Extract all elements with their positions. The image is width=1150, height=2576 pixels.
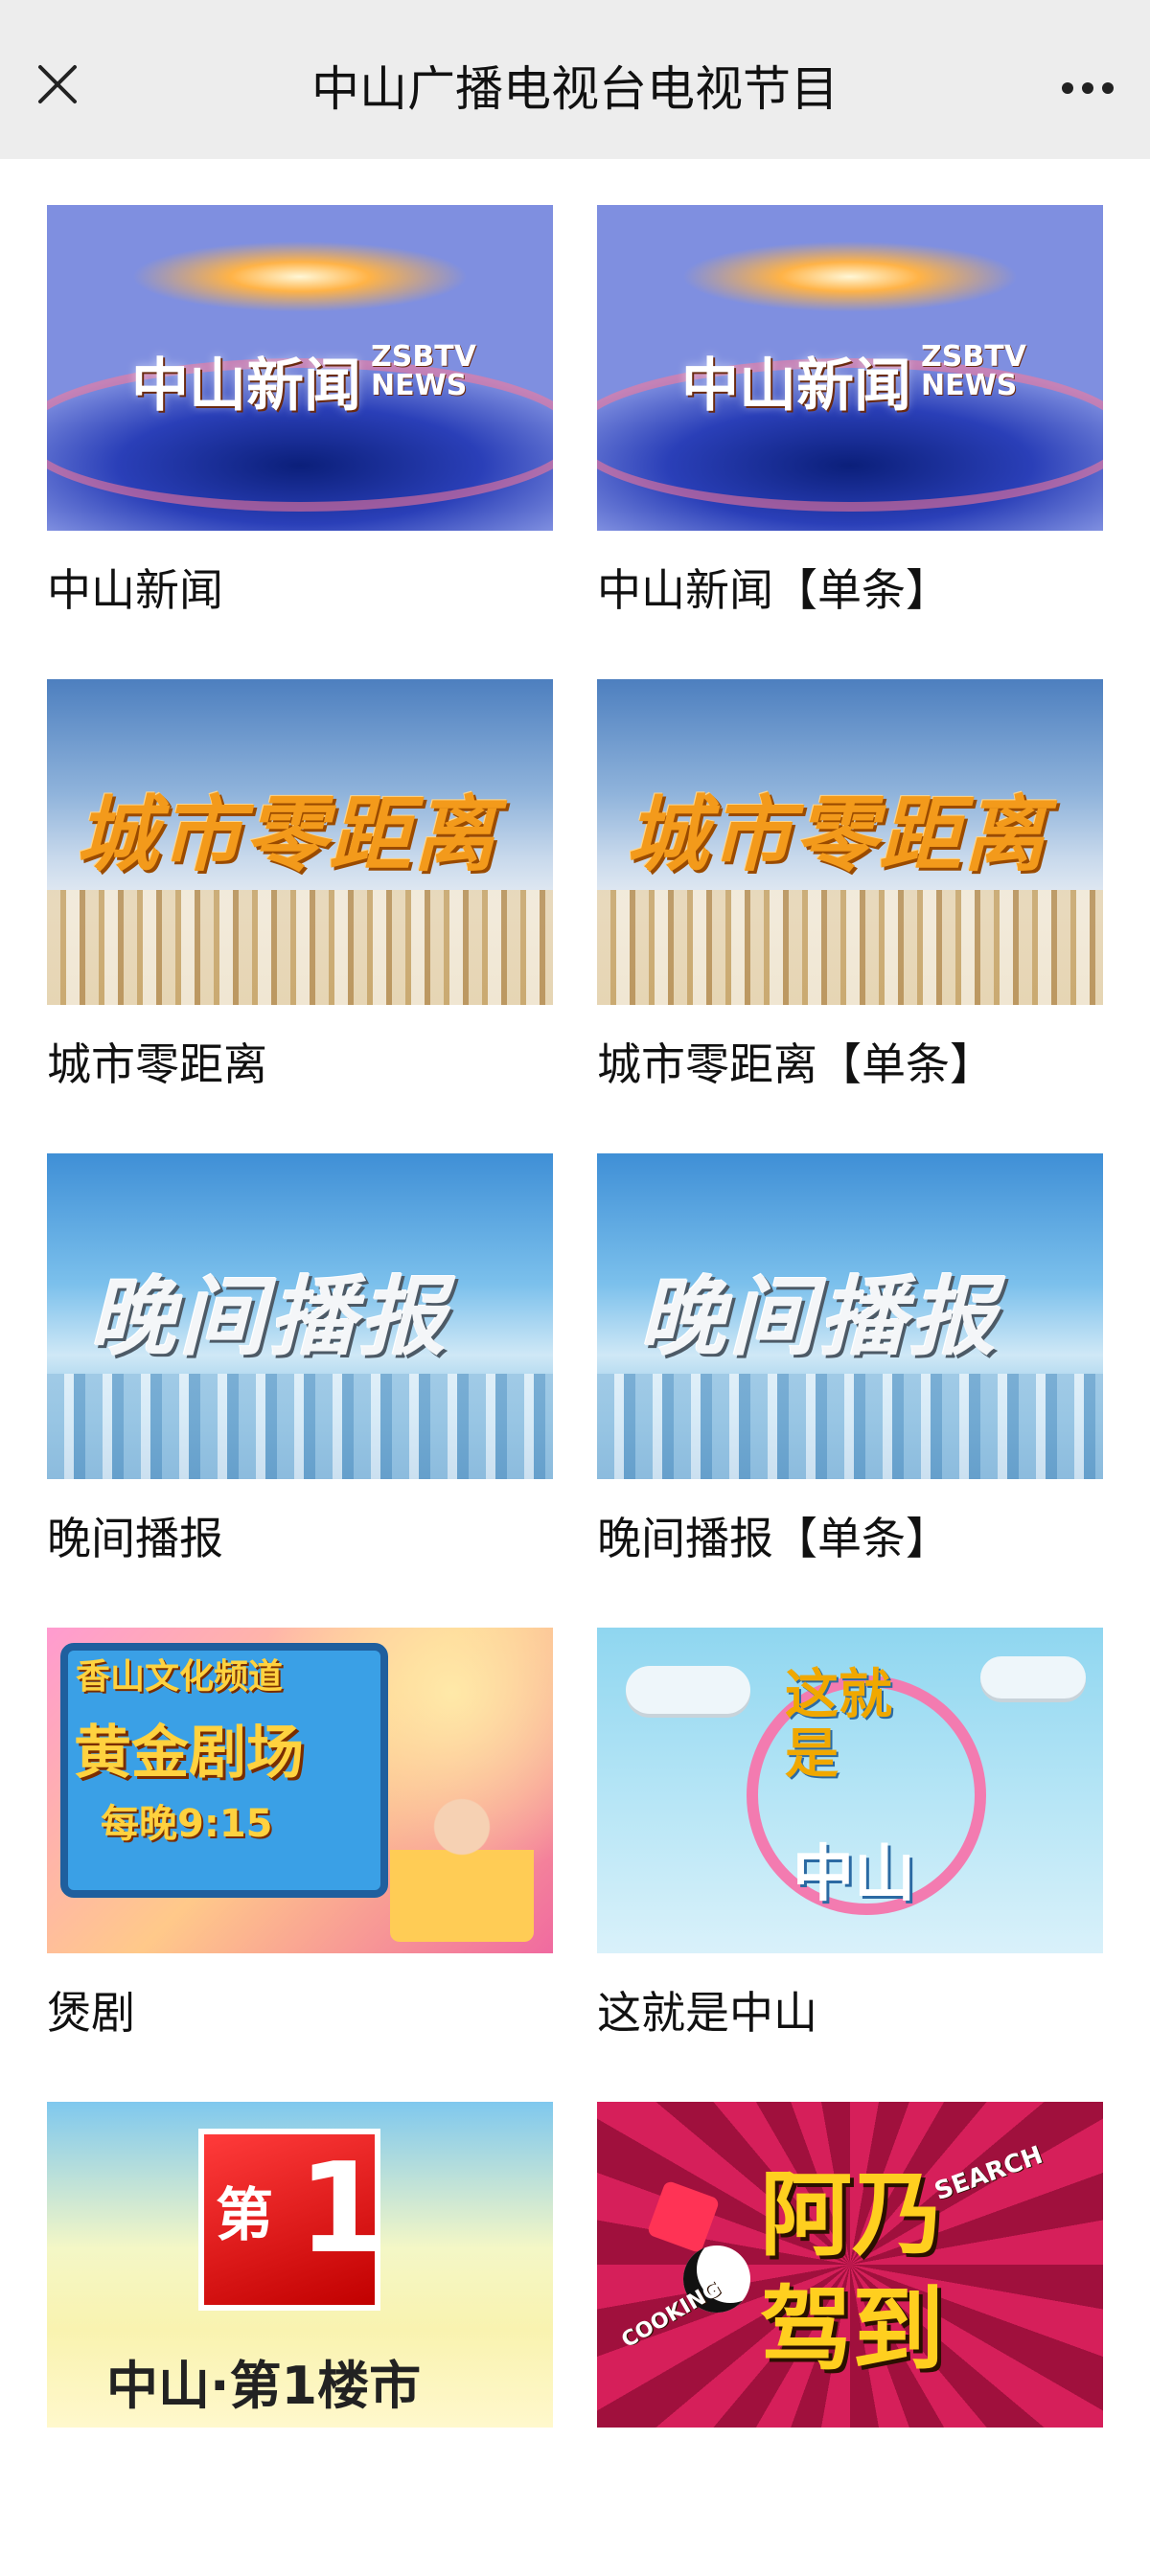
program-label[interactable]: 煲剧 [47,1984,135,2041]
page-title: 中山广播电视台电视节目 [311,61,839,117]
program-card-evening-report[interactable]: 晚间播报 晚间播报 [47,1153,553,1628]
program-card-first-property[interactable]: 第 1 中山·第1楼市 [47,2102,553,2576]
program-label[interactable]: 中山新闻 [47,561,223,619]
close-icon [38,65,77,103]
thumbnail-title-text: 中山新闻 [681,353,911,420]
cloud-decoration [626,1666,750,1714]
cloud-decoration [980,1656,1086,1698]
thumbnail-badge-number: 1 [298,2135,385,2281]
thumbnail-title-text: 黄金剧场 [74,1720,304,1787]
program-thumbnail[interactable]: 阿乃 驾到 SEARCH COOKING [597,2102,1103,2428]
program-card-city-zero-distance-single[interactable]: 城市零距离 城市零距离【单条】 [597,679,1103,1153]
close-button[interactable] [29,56,86,113]
city-skyline-decoration [597,890,1103,1005]
city-skyline-decoration [597,1374,1103,1479]
more-options-button[interactable] [1054,59,1121,117]
program-card-evening-report-single[interactable]: 晚间播报 晚间播报【单条】 [597,1153,1103,1628]
thumbnail-search-text: SEARCH [931,2140,1047,2207]
thumbnail-title-text: 中山·第1楼市 [106,2356,422,2416]
program-thumbnail[interactable]: 香山文化频道 黄金剧场 每晚9:15 [47,1628,553,1953]
top-navigation-bar: 中山广播电视台电视节目 [0,0,1150,159]
thumbnail-title-text: 阿乃 [760,2161,944,2268]
more-horizontal-icon [1062,82,1114,94]
thumbnail-brand-text: ZSBTV NEWS [921,340,1026,402]
thumbnail-channel-text: 香山文化频道 [76,1657,284,1697]
program-card-zhongshan-news[interactable]: 中山新闻 ZSBTV NEWS 中山新闻 [47,205,553,679]
program-card-city-zero-distance[interactable]: 城市零距离 城市零距离 [47,679,553,1153]
thumbnail-title-text: 城市零距离 [626,787,1047,883]
program-label[interactable]: 城市零距离 [47,1036,267,1093]
thumbnail-schedule-text: 每晚9:15 [101,1802,273,1846]
star-decoration [646,2179,721,2254]
program-thumbnail[interactable]: 中山新闻 ZSBTV NEWS [47,205,553,531]
thumbnail-title-text-2: 驾到 [760,2276,944,2383]
program-label[interactable]: 中山新闻【单条】 [597,561,950,619]
city-skyline-decoration [47,1374,553,1479]
program-label[interactable]: 晚间播报 [47,1510,223,1567]
program-thumbnail[interactable]: 第 1 中山·第1楼市 [47,2102,553,2428]
thumbnail-title-text: 这就是 [785,1664,892,1786]
thumbnail-title-text-city: 中山 [793,1839,915,1910]
program-thumbnail[interactable]: 城市零距离 [47,679,553,1005]
program-label[interactable]: 城市零距离【单条】 [597,1036,994,1093]
program-card-this-is-zhongshan[interactable]: 这就是 中山 这就是中山 [597,1628,1103,2102]
program-thumbnail[interactable]: 中山新闻 ZSBTV NEWS [597,205,1103,531]
thumbnail-brand-text: ZSBTV NEWS [371,340,476,402]
thumbnail-badge-text: 第 [216,2182,273,2249]
program-thumbnail[interactable]: 晚间播报 [47,1153,553,1479]
program-card-drama[interactable]: 香山文化频道 黄金剧场 每晚9:15 煲剧 [47,1628,553,2102]
program-label[interactable]: 这就是中山 [597,1984,817,2041]
thumbnail-title-text: 晚间播报 [639,1267,1000,1368]
program-card-zhongshan-news-single[interactable]: 中山新闻 ZSBTV NEWS 中山新闻【单条】 [597,205,1103,679]
program-card-anai[interactable]: 阿乃 驾到 SEARCH COOKING [597,2102,1103,2576]
thumbnail-title-text: 晚间播报 [89,1267,449,1368]
family-illustration [390,1789,534,1942]
program-thumbnail[interactable]: 晚间播报 [597,1153,1103,1479]
city-skyline-decoration [47,890,553,1005]
thumbnail-title-text: 城市零距离 [76,787,497,883]
thumbnail-title-text: 中山新闻 [131,353,361,420]
program-label[interactable]: 晚间播报【单条】 [597,1510,950,1567]
thumbnail-cooking-text: COOKING [617,2276,725,2354]
program-thumbnail[interactable]: 这就是 中山 [597,1628,1103,1953]
program-thumbnail[interactable]: 城市零距离 [597,679,1103,1005]
program-grid: 中山新闻 ZSBTV NEWS 中山新闻 中山新闻 ZSBTV NEWS 中山新… [47,205,1103,2576]
